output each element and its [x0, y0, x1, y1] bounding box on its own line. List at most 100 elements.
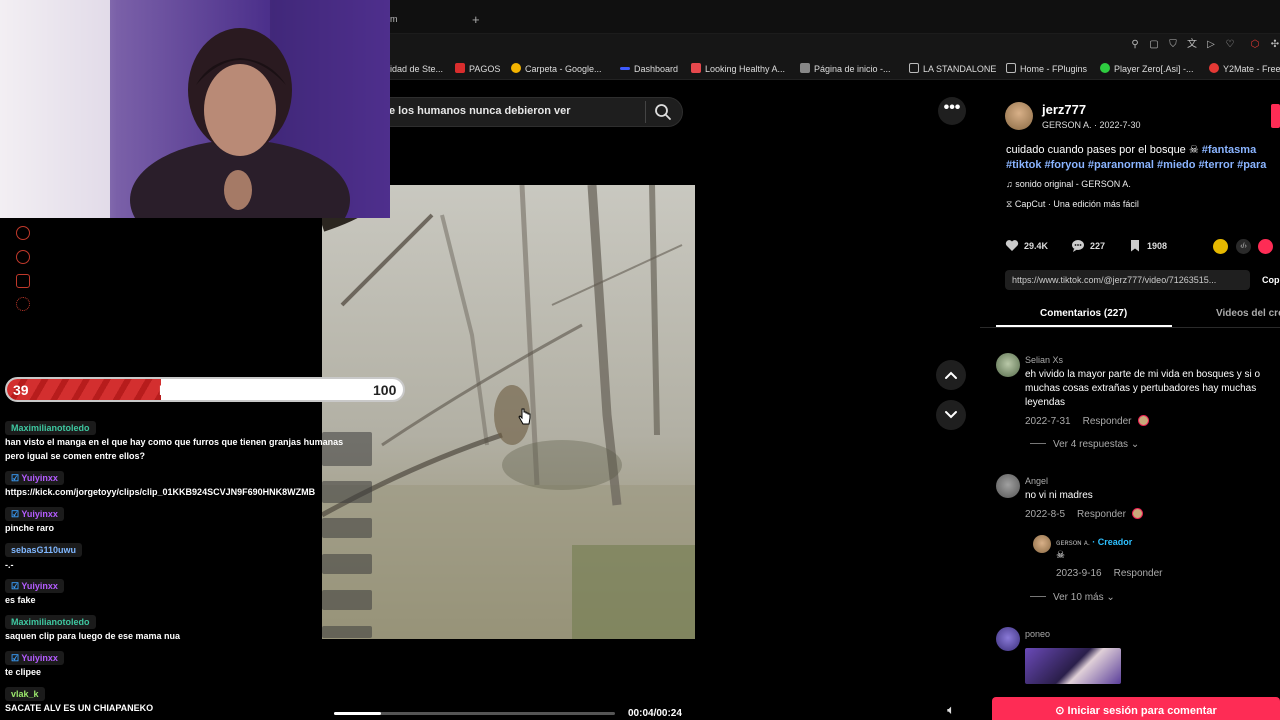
follow-button[interactable]	[1271, 104, 1280, 128]
gear-icon[interactable]	[16, 297, 30, 311]
caption-hashtags[interactable]: #tiktok #foryou #paranormal #miedo #terr…	[1006, 159, 1266, 171]
comment-author[interactable]: Selian Xs	[1025, 355, 1063, 365]
like-button[interactable]: 29.4K	[1005, 239, 1048, 253]
page-icon	[909, 63, 919, 73]
sound-text: sonido original - GERSON A.	[1015, 179, 1131, 189]
creator-liked-icon	[1137, 415, 1149, 426]
creator-avatar[interactable]	[1033, 535, 1051, 553]
chevron-down-icon: ⌄	[1130, 439, 1140, 450]
sound-link[interactable]: ♫ sonido original - GERSON A.	[1006, 179, 1131, 189]
view-replies-button[interactable]: Ver 4 respuestas ⌄	[1030, 439, 1139, 450]
chevron-down-icon: ⌄	[1106, 592, 1115, 603]
embed-icon[interactable]: ‹/›	[1236, 239, 1251, 254]
music-note-icon: ♫	[1006, 179, 1016, 189]
bookmark-8[interactable]: Home - FPlugins	[1006, 62, 1087, 76]
extension-icon[interactable]: ⬡	[1248, 38, 1262, 52]
chat-username: ☑ Yuiyinxx	[5, 651, 64, 665]
shield-icon[interactable]: ⛉	[1166, 38, 1180, 52]
chat-username: ☑ Yuiyinxx	[5, 579, 64, 593]
chat-message: saquen clip para luego de ese mama nua	[5, 631, 181, 641]
bookmark-7[interactable]: LA STANDALONE	[909, 62, 996, 76]
login-to-comment-button[interactable]: ⊙ Iniciar sesión para comentar	[992, 697, 1280, 720]
bookmark-4[interactable]: Dashboard	[620, 62, 678, 76]
view-more-replies-button[interactable]: Ver 10 más ⌄	[1030, 592, 1115, 603]
play-icon[interactable]: ▷	[1204, 38, 1218, 52]
puzzle-icon[interactable]: ✣	[1268, 38, 1280, 52]
bookmark-icon	[691, 63, 701, 73]
commenter-avatar[interactable]	[996, 353, 1020, 377]
bookmark-3[interactable]: Carpeta - Google...	[511, 62, 602, 76]
tab-creator-videos[interactable]: Videos del cre	[1216, 308, 1280, 319]
divider	[1030, 443, 1046, 444]
translate-icon[interactable]: 文	[1185, 38, 1199, 52]
commenter-avatar[interactable]	[996, 627, 1020, 651]
commenter-avatar[interactable]	[996, 474, 1020, 498]
volume-icon: 🔈︎	[947, 702, 955, 717]
pin-icon[interactable]: ⚲	[1128, 38, 1142, 52]
forest-video-frame	[322, 185, 695, 639]
comment-author[interactable]: poneo	[1025, 629, 1050, 639]
capcut-text: CapCut · Una edición más fácil	[1014, 199, 1139, 209]
reply-button[interactable]: Responder	[1083, 416, 1132, 427]
heart-icon[interactable]: ♡	[1223, 38, 1237, 52]
save-button[interactable]: 1908	[1128, 239, 1167, 253]
chat-username-text: Yuiyinxx	[21, 653, 58, 663]
clock-icon[interactable]	[16, 250, 30, 264]
more-options-button[interactable]: •••	[938, 97, 966, 125]
followers-goal-fill	[7, 379, 162, 400]
search-input[interactable]: e los humanos nunca debieron ver	[389, 105, 571, 117]
copy-link-button[interactable]: Cop	[1262, 275, 1280, 285]
bookmark-label: Player Zero[.Asi] -...	[1114, 64, 1194, 74]
bookmark-icon	[455, 63, 465, 73]
chat-message: te clipee	[5, 667, 42, 677]
bookmark-label: PAGOS	[469, 64, 501, 74]
share-coin-icon[interactable]	[1213, 239, 1228, 254]
capcut-icon: ⧖	[1006, 199, 1015, 209]
tab-title: m	[390, 14, 398, 24]
previous-video-button[interactable]	[936, 360, 966, 390]
bookmark-icon	[1100, 63, 1110, 73]
search-icon[interactable]	[654, 103, 672, 121]
puzzle-icon[interactable]	[16, 274, 30, 288]
verified-badge-icon: ☑	[11, 653, 22, 663]
window-icon[interactable]: ▢	[1147, 38, 1161, 52]
bookmark-10[interactable]: Y2Mate - Free	[1209, 62, 1280, 76]
capcut-link[interactable]: ⧖ CapCut · Una edición más fácil	[1006, 199, 1139, 210]
bookmark-1[interactable]: idad de Ste...	[390, 62, 443, 76]
bookmark-9[interactable]: Player Zero[.Asi] -...	[1100, 62, 1194, 76]
search-divider	[645, 101, 646, 123]
reply-author[interactable]: ɢᴇʀsᴏɴ ᴀ. · Creador	[1056, 537, 1132, 547]
followers-label: FOLLOWERS	[159, 382, 249, 398]
bookmark-5[interactable]: Looking Healthy A...	[691, 62, 785, 76]
video-player[interactable]	[322, 185, 695, 639]
comment-button[interactable]: 227	[1071, 239, 1105, 253]
comment-author[interactable]: Angel	[1025, 476, 1048, 486]
login-label: Iniciar sesión para comentar	[1067, 705, 1217, 717]
creator-username[interactable]: jerz777	[1042, 102, 1086, 117]
play-circle-icon[interactable]	[16, 226, 30, 240]
next-video-button[interactable]	[936, 400, 966, 430]
video-time: 00:04/00:24	[628, 708, 682, 719]
comment-meta: 2022-7-31 Responder	[1025, 415, 1149, 427]
volume-button[interactable]: 🔈︎	[938, 702, 964, 720]
tab-comments[interactable]: Comentarios (227)	[1040, 308, 1127, 319]
save-count: 1908	[1147, 241, 1168, 251]
video-link-field[interactable]: https://www.tiktok.com/@jerz777/video/71…	[1005, 270, 1250, 290]
heart-icon	[1005, 240, 1019, 251]
bookmark-label: Dashboard	[634, 64, 679, 74]
bookmark-6[interactable]: Página de inicio -...	[800, 62, 891, 76]
like-count: 29.4K	[1024, 241, 1049, 251]
verified-badge-icon: ☑	[11, 473, 22, 483]
send-icon[interactable]	[1258, 239, 1273, 254]
creator-avatar[interactable]	[1005, 102, 1033, 130]
bookmark-2[interactable]: PAGOS	[455, 62, 500, 76]
followers-current: 39	[13, 382, 29, 398]
new-tab-button[interactable]: +	[472, 12, 480, 27]
caption-hashtag[interactable]: #fantasma	[1202, 144, 1256, 156]
comment-image[interactable]	[1025, 648, 1121, 684]
reply-button[interactable]: Responder	[1114, 568, 1163, 579]
chevron-up-icon	[945, 371, 957, 379]
tab-divider	[980, 327, 1280, 328]
reply-button[interactable]: Responder	[1077, 509, 1126, 520]
chat-username-text: Yuiyinxx	[21, 473, 58, 483]
